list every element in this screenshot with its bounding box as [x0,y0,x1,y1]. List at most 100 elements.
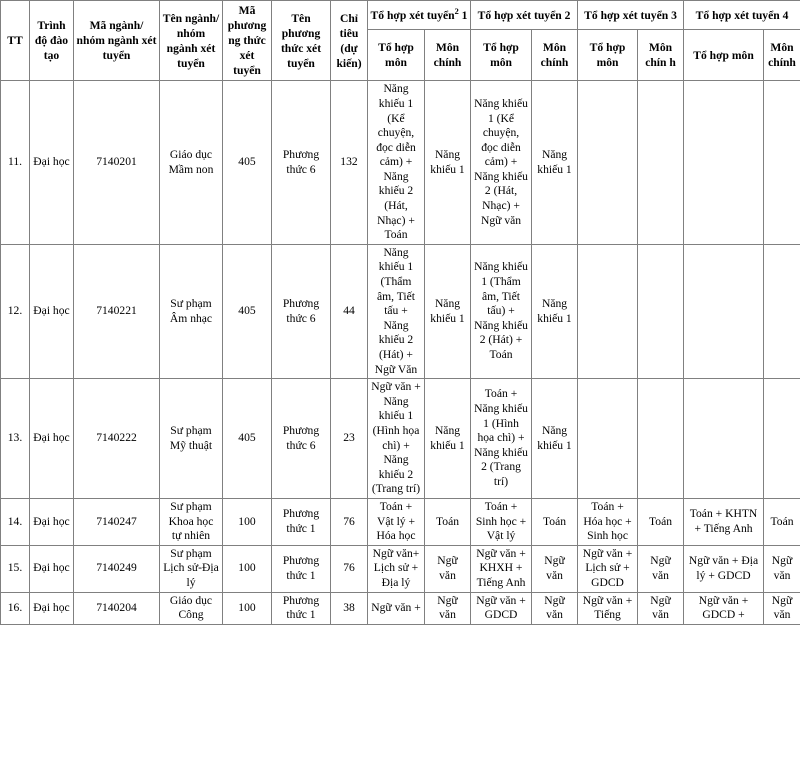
header-group-1-suffix: 1 [458,8,468,22]
mon-chinh-2: Toán [531,497,579,546]
ten-phuong-thuc: Phương thức 1 [271,591,331,625]
mon-chinh-3 [637,378,685,499]
to-hop-mon-1: Ngữ văn+ Lịch sử + Địa lý [367,544,425,593]
to-hop-mon-3: Ngữ văn + Tiếng [577,591,639,625]
to-hop-mon-2: Toán + Sinh học + Vật lý [470,497,533,546]
ma-nganh: 7140249 [73,544,160,593]
ten-nganh: Giáo dục Công [159,591,223,625]
header-mon-chinh-4: Môn chính [763,29,800,82]
table-row: 12. Đại học 7140221 Sư phạm Âm nhạc 405 Phươn… [0,243,800,380]
chi-tieu: 76 [330,497,368,546]
to-hop-mon-1: Toán + Vật lý + Hóa học [367,497,425,546]
to-hop-mon-2: Ngữ văn + GDCD [470,591,533,625]
ma-phuong-thuc: 405 [222,80,272,245]
header-to-hop-xet-tuyen-2: Tổ hợp xét tuyển 2 [470,0,579,31]
to-hop-mon-2: Toán + Năng khiếu 1 (Hình họa chì) + Năn… [470,378,533,499]
header-ten-nganh: Tên ngành/ nhóm ngành xét tuyển [159,0,223,82]
chi-tieu: 44 [330,243,368,380]
ten-phuong-thuc: Phương thức 1 [271,544,331,593]
header-chi-tieu: Chỉ tiêu (dự kiến) [330,0,368,82]
trinh-do-dao-tao: Đại học [29,80,74,245]
mon-chinh-4 [763,243,800,380]
header-to-hop-xet-tuyen-4: Tổ hợp xét tuyển 4 [683,0,800,31]
ma-nganh: 7140247 [73,497,160,546]
chi-tieu: 132 [330,80,368,245]
to-hop-mon-2: Năng khiếu 1 (Thẩm âm, Tiết tấu) + Năng … [470,243,533,380]
header-ten-phuong-thuc: Tên phương thức xét tuyển [271,0,331,82]
ma-phuong-thuc: 100 [222,544,272,593]
row-index: 16. [0,591,30,625]
row-index: 12. [0,243,30,380]
to-hop-mon-2: Ngữ văn + KHXH + Tiếng Anh [470,544,533,593]
header-mon-chinh-3: Môn chín h [637,29,685,82]
to-hop-mon-4 [683,243,765,380]
mon-chinh-4: Ngữ văn [763,591,800,625]
ma-nganh: 7140222 [73,378,160,499]
mon-chinh-3 [637,80,685,245]
ten-nganh: Giáo dục Mầm non [159,80,223,245]
mon-chinh-4: Ngữ văn [763,544,800,593]
to-hop-mon-4: Toán + KHTN + Tiếng Anh [683,497,765,546]
to-hop-mon-3 [577,80,639,245]
mon-chinh-4 [763,80,800,245]
table-row: 14. Đại học 7140247 Sư phạm Khoa học tự nhi… [0,497,800,546]
ten-phuong-thuc: Phương thức 6 [271,80,331,245]
row-index: 13. [0,378,30,499]
table-row: 13. Đại học 7140222 Sư phạm Mỹ thuật 405 Phươ… [0,378,800,499]
row-index: 14. [0,497,30,546]
mon-chinh-1: Năng khiếu 1 [423,80,472,245]
ma-nganh: 7140221 [73,243,160,380]
table-row: 15. Đại học 7140249 Sư phạm Lịch sử-Địa lý 1… [0,544,800,593]
ten-phuong-thuc: Phương thức 6 [271,378,331,499]
trinh-do-dao-tao: Đại học [29,378,74,499]
mon-chinh-1: Năng khiếu 1 [423,243,472,380]
header-to-hop-xet-tuyen-1: Tổ hợp xét tuyển2 1 [366,0,472,31]
to-hop-mon-1: Ngữ văn + [367,591,425,625]
ten-nganh: Sư phạm Khoa học tự nhiên [159,497,223,546]
mon-chinh-3 [637,243,685,380]
header-to-hop-mon-3: Tổ hợp môn [577,29,639,82]
mon-chinh-2: Năng khiếu 1 [531,378,579,499]
table-body: 11. Đại học 7140201 Giáo dục Mầm non 405 Phươ… [0,80,800,625]
ten-nganh: Sư phạm Mỹ thuật [159,378,223,499]
chi-tieu: 23 [330,378,368,499]
ten-nganh: Sư phạm Lịch sử-Địa lý [159,544,223,593]
trinh-do-dao-tao: Đại học [29,243,74,380]
table-header: TT Trình độ đào tạo Mã ngành/ nhóm ngành… [0,0,800,82]
mon-chinh-1: Năng khiếu 1 [423,378,472,499]
mon-chinh-2: Năng khiếu 1 [531,243,579,380]
chi-tieu: 38 [330,591,368,625]
to-hop-mon-3 [577,243,639,380]
to-hop-mon-1: Năng khiếu 1 (Kể chuyện, đọc diễn cảm) +… [367,80,425,245]
header-ma-phuong-thuc: Mã phương ng thức xét tuyển [222,0,272,82]
row-index: 15. [0,544,30,593]
header-mon-chinh-1: Môn chính [423,29,472,82]
mon-chinh-2: Năng khiếu 1 [531,80,579,245]
table-row: 11. Đại học 7140201 Giáo dục Mầm non 405 Phươ… [0,80,800,245]
table-page: TT Trình độ đào tạo Mã ngành/ nhóm ngành… [0,0,800,767]
mon-chinh-2: Ngữ văn [531,591,579,625]
to-hop-mon-1: Năng khiếu 1 (Thẩm âm, Tiết tấu + Năng k… [367,243,425,380]
admissions-table: TT Trình độ đào tạo Mã ngành/ nhóm ngành… [0,0,800,625]
mon-chinh-1: Ngữ văn [423,591,472,625]
trinh-do-dao-tao: Đại học [29,497,74,546]
ma-phuong-thuc: 100 [222,591,272,625]
header-tt: TT [0,0,30,82]
to-hop-mon-4 [683,378,765,499]
to-hop-mon-4: Ngữ văn + Địa lý + GDCD [683,544,765,593]
header-to-hop-xet-tuyen-3: Tổ hợp xét tuyển 3 [577,0,685,31]
header-to-hop-mon-4: Tổ hợp môn [683,29,765,82]
mon-chinh-4: Toán [763,497,800,546]
mon-chinh-3: Toán [637,497,685,546]
ma-phuong-thuc: 405 [222,378,272,499]
ma-phuong-thuc: 100 [222,497,272,546]
header-mon-chinh-2: Môn chính [531,29,579,82]
ten-phuong-thuc: Phương thức 6 [271,243,331,380]
ten-phuong-thuc: Phương thức 1 [271,497,331,546]
to-hop-mon-2: Năng khiếu 1 (Kể chuyện, đọc diễn cảm) +… [470,80,533,245]
ma-nganh: 7140204 [73,591,160,625]
trinh-do-dao-tao: Đại học [29,591,74,625]
header-to-hop-mon-1: Tổ hợp môn [367,29,425,82]
ma-nganh: 7140201 [73,80,160,245]
mon-chinh-1: Ngữ văn [423,544,472,593]
